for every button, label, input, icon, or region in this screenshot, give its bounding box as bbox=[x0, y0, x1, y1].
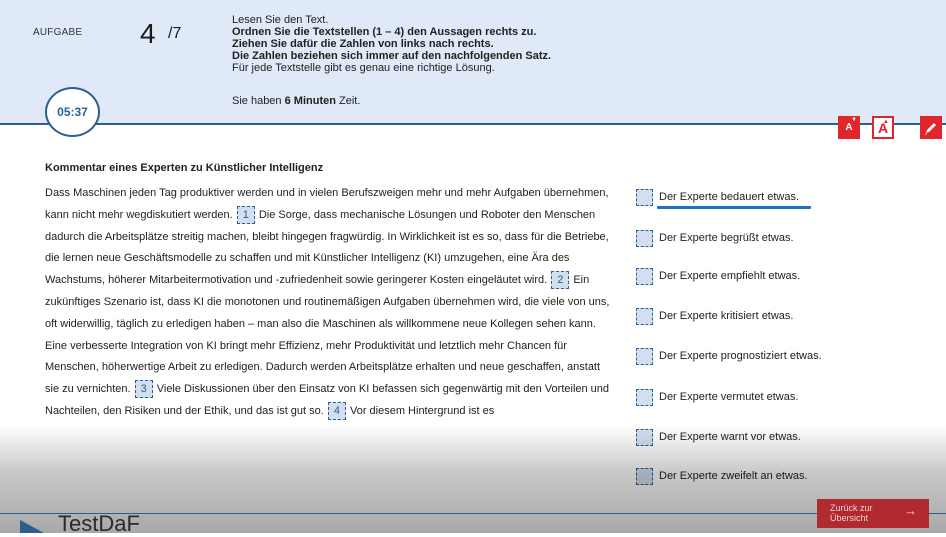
drop-zone[interactable] bbox=[636, 307, 653, 325]
back-to-overview-button[interactable]: Zurück zur Übersicht → bbox=[817, 499, 929, 528]
drop-zone[interactable] bbox=[636, 229, 653, 247]
statement-text: Der Experte bedauert etwas. bbox=[659, 191, 800, 203]
time-value: 6 Minuten bbox=[284, 95, 336, 107]
statement-text: Der Experte empfiehlt etwas. bbox=[659, 270, 801, 282]
time-suffix: Zeit. bbox=[335, 95, 361, 107]
instruction-line: Lesen Sie den Text. bbox=[232, 14, 329, 26]
gap-marker-1[interactable]: 1 bbox=[236, 205, 255, 224]
passage-segment: Vor diesem Hintergrund ist es bbox=[349, 404, 495, 417]
statement-text: Der Experte zweifelt an etwas. bbox=[659, 470, 808, 482]
instruction-line: Für jede Textstelle gibt es genau eine r… bbox=[232, 62, 495, 74]
task-total: /7 bbox=[168, 25, 182, 42]
time-info: Sie haben 6 Minuten Zeit. bbox=[232, 95, 360, 107]
task-header: AUFGABE 4 /7 Lesen Sie den Text. Ordnen … bbox=[0, 0, 946, 125]
aufgabe-label: AUFGABE bbox=[33, 27, 83, 38]
gap-marker-3[interactable]: 3 bbox=[134, 380, 153, 399]
statement-text: Der Experte kritisiert etwas. bbox=[659, 310, 794, 322]
statement-item: Der Experte warnt vor etwas. bbox=[636, 427, 801, 447]
statement-item: Der Experte bedauert etwas. bbox=[636, 187, 799, 207]
instruction-line: Ziehen Sie dafür die Zahlen von links na… bbox=[232, 38, 494, 50]
instruction-line: Ordnen Sie die Textstellen (1 – 4) den A… bbox=[232, 26, 537, 38]
statement-text: Der Experte warnt vor etwas. bbox=[659, 431, 801, 443]
statement-item: Der Experte zweifelt an etwas. bbox=[636, 466, 808, 486]
text-title: Kommentar eines Experten zu Künstlicher … bbox=[45, 162, 324, 174]
arrow-right-icon: → bbox=[904, 503, 917, 518]
font-larger-button[interactable]: A ▲ bbox=[872, 116, 894, 139]
drop-zone[interactable] bbox=[636, 188, 653, 206]
statement-item: Der Experte vermutet etwas. bbox=[636, 387, 798, 407]
statement-text: Der Experte prognostiziert etwas. bbox=[659, 350, 822, 362]
passage-segment: Ein zukünftiges Szenario ist, dass KI di… bbox=[45, 274, 610, 396]
drop-zone[interactable] bbox=[636, 267, 653, 285]
reading-passage: Dass Maschinen jeden Tag produktiver wer… bbox=[45, 183, 615, 423]
highlighter-button[interactable] bbox=[920, 116, 942, 139]
drop-zone[interactable] bbox=[636, 388, 653, 406]
caret-up-icon: ▲ bbox=[883, 119, 889, 125]
drop-zone[interactable] bbox=[636, 467, 653, 485]
footer-divider bbox=[0, 513, 946, 514]
statement-item: Der Experte begrüßt etwas. bbox=[636, 228, 794, 248]
gap-marker-4[interactable]: 4 bbox=[327, 402, 346, 421]
testdaf-logo-icon bbox=[20, 520, 44, 533]
caret-down-icon: ▼ bbox=[851, 117, 857, 123]
statement-item: Der Experte empfiehlt etwas. bbox=[636, 266, 800, 286]
time-prefix: Sie haben bbox=[232, 95, 285, 107]
statement-item: Der Experte prognostiziert etwas. bbox=[636, 346, 822, 366]
countdown-timer: 05:37 bbox=[45, 87, 100, 137]
selection-underline bbox=[657, 206, 811, 209]
task-number: 4 bbox=[140, 18, 156, 49]
statement-item: Der Experte kritisiert etwas. bbox=[636, 306, 793, 326]
gap-marker-2[interactable]: 2 bbox=[551, 271, 570, 290]
instructions: Lesen Sie den Text. Ordnen Sie die Texts… bbox=[232, 14, 551, 74]
font-smaller-button[interactable]: A ▼ bbox=[838, 116, 860, 139]
testdaf-logo: TestDaF bbox=[58, 511, 140, 536]
statement-text: Der Experte vermutet etwas. bbox=[659, 391, 799, 403]
font-smaller-label: A bbox=[845, 122, 853, 133]
statement-text: Der Experte begrüßt etwas. bbox=[659, 232, 794, 244]
pen-icon bbox=[925, 122, 936, 135]
drop-zone[interactable] bbox=[636, 428, 653, 446]
drop-zone[interactable] bbox=[636, 347, 653, 365]
instruction-line: Die Zahlen beziehen sich immer auf den n… bbox=[232, 50, 552, 62]
